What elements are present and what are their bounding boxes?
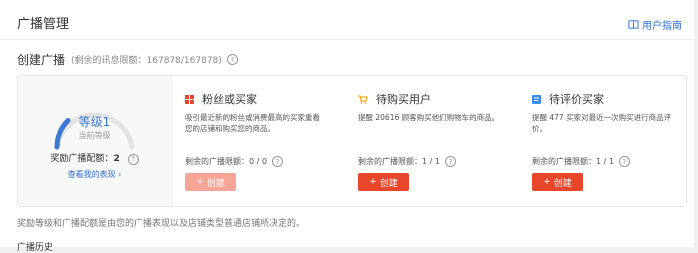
create-button[interactable]: + 创建 <box>185 173 236 191</box>
create-button[interactable]: + 创建 <box>532 173 583 191</box>
column-fans: 粉丝或买家 吸引最近新的粉丝或消费最高的买家重看 您的店铺和购买您的商品。 剩余… <box>185 76 350 206</box>
column-title-text: 待购买用户 <box>376 93 431 106</box>
view-performance-label: 查看我的表现 <box>67 170 116 179</box>
column-title-text: 粉丝或买家 <box>202 93 257 106</box>
level-sub-label: 当前等级 <box>78 131 111 140</box>
level-box: 等级1 当前等级 奖励广播配额：2 ? 查看我的表现 › <box>18 76 172 206</box>
help-icon[interactable]: ? <box>444 156 456 167</box>
column-description: 提醒 477 买家对最近一次购买进行商品评 价。 <box>532 112 671 134</box>
view-performance-link[interactable]: 查看我的表现 › <box>18 169 171 180</box>
remaining-label: 剩余的广播限额： <box>532 157 596 166</box>
help-icon[interactable]: ? <box>271 156 283 167</box>
plus-icon: + <box>369 177 377 187</box>
quota-remaining: (剩余的讯息限额：167878/167878) <box>71 56 222 66</box>
broadcast-card: 等级1 当前等级 奖励广播配额：2 ? 查看我的表现 › 粉丝或买家 吸引最近新… <box>17 75 687 207</box>
remaining-value: 0 / 0 <box>249 157 267 166</box>
remaining-value: 1 / 1 <box>596 157 614 166</box>
create-button-label: 创建 <box>553 178 572 189</box>
column-pending-buyers: 待购买用户 提醒 20616 顾客购买他们购物车的商品。 剩余的广播限额： 1 /… <box>358 76 528 206</box>
reward-value: 2 <box>113 154 120 164</box>
book-icon <box>628 20 639 29</box>
broadcast-panel: 广播管理 用户指南 创建广播 (剩余的讯息限额：167878/167878) ?… <box>0 0 694 253</box>
column-title: 待购买用户 <box>358 91 431 107</box>
create-button-label: 创建 <box>379 178 398 189</box>
level-label: 等级1 <box>78 115 111 129</box>
plus-icon: + <box>543 177 551 187</box>
grid-icon <box>185 94 194 104</box>
desc-line: 您的店铺和购买您的商品。 <box>185 124 275 133</box>
create-button[interactable]: + 创建 <box>358 173 409 191</box>
remaining-label: 剩余的广播限额： <box>185 157 249 166</box>
column-title: 粉丝或买家 <box>185 91 257 107</box>
column-title: 待评价买家 <box>532 91 604 107</box>
desc-line: 价。 <box>532 124 547 133</box>
plus-icon: + <box>196 177 204 187</box>
page-title: 广播管理 <box>17 17 70 32</box>
reward-quota: 奖励广播配额：2 ? <box>18 151 171 165</box>
desc-line: 提醒 477 买家对最近一次购买进行商品评 <box>532 113 672 122</box>
user-guide-label: 用户指南 <box>642 21 682 32</box>
remaining-quota: 剩余的广播限额： 0 / 0 ? <box>185 156 283 167</box>
remaining-value: 1 / 1 <box>422 157 440 166</box>
column-review-buyers: 待评价买家 提醒 477 买家对最近一次购买进行商品评 价。 剩余的广播限额： 1… <box>532 76 682 206</box>
header-divider <box>0 39 694 40</box>
help-icon[interactable]: ? <box>226 54 238 65</box>
create-button-label: 创建 <box>206 178 225 189</box>
cart-icon <box>358 94 368 104</box>
reward-label: 奖励广播配额： <box>50 154 114 164</box>
help-icon[interactable]: ? <box>127 153 139 165</box>
column-title-text: 待评价买家 <box>549 93 604 106</box>
desc-line: 吸引最近新的粉丝或消费最高的买家重看 <box>185 113 320 122</box>
column-description: 提醒 20616 顾客购买他们购物车的商品。 <box>358 112 499 123</box>
remaining-quota: 剩余的广播限额： 1 / 1 ? <box>358 156 456 167</box>
column-description: 吸引最近新的粉丝或消费最高的买家重看 您的店铺和购买您的商品。 <box>185 112 320 134</box>
review-icon <box>532 94 541 104</box>
help-icon[interactable]: ? <box>618 156 630 167</box>
user-guide-link[interactable]: 用户指南 <box>628 17 682 32</box>
section-title-text: 创建广播 <box>17 53 66 67</box>
desc-line: 提醒 20616 顾客购买他们购物车的商品。 <box>358 113 500 122</box>
create-broadcast-title: 创建广播 (剩余的讯息限额：167878/167878) ? <box>17 51 238 68</box>
chevron-right-icon: › <box>118 170 122 179</box>
footer-note: 奖励等级和广播配额是由您的广播表现以及店铺类型普通店铺所决定的。 <box>17 219 306 229</box>
remaining-label: 剩余的广播限额： <box>358 157 422 166</box>
remaining-quota: 剩余的广播限额： 1 / 1 ? <box>532 156 630 167</box>
